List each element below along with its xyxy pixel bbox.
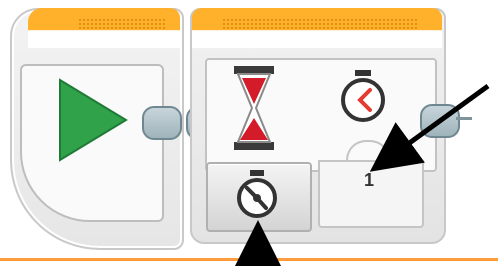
wait-block-panel <box>205 58 437 172</box>
accent-divider <box>0 258 498 261</box>
wait-block-header <box>192 8 442 48</box>
start-block-header <box>28 8 180 48</box>
mode-selector-button[interactable] <box>206 162 312 232</box>
time-parameter-value[interactable]: 1 <box>318 170 420 191</box>
wait-output-plug[interactable] <box>420 104 460 138</box>
drag-grip <box>222 18 418 30</box>
drag-grip <box>78 18 166 30</box>
start-block-panel <box>20 64 164 222</box>
start-output-plug[interactable] <box>142 106 182 140</box>
sequence-wire <box>456 117 472 120</box>
program-canvas[interactable]: 1 <box>0 0 498 266</box>
